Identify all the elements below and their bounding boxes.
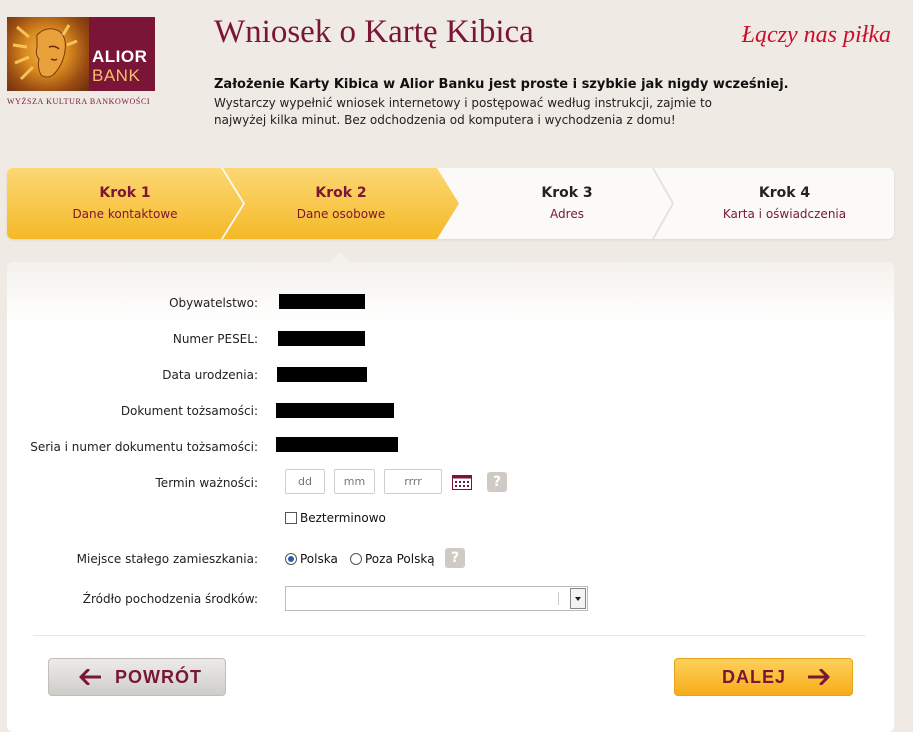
next-button-label: DALEJ [722, 667, 787, 687]
step-3-label: Krok 3 [541, 185, 593, 201]
radio-selected-dot [288, 556, 294, 562]
expiry-label: Termin ważności: [155, 476, 258, 490]
alior-bank-logo[interactable]: ALIOR BANK [7, 17, 155, 91]
residence-option-polska[interactable]: Polska [300, 552, 338, 566]
step-2-label: Krok 2 [315, 185, 367, 201]
logo-text-bank: BANK [92, 66, 141, 85]
step-4-label: Krok 4 [758, 185, 811, 201]
step-4[interactable]: Krok 4 Karta i oświadczenia [675, 168, 894, 239]
funds-source-select[interactable] [285, 586, 588, 611]
step-3-sub: Adres [550, 207, 584, 221]
expiry-day-input[interactable] [285, 469, 325, 494]
document-label: Dokument tożsamości: [120, 404, 258, 418]
arrow-left-icon [79, 669, 101, 685]
residence-help-icon[interactable]: ? [445, 548, 465, 568]
step-2[interactable]: Krok 2 Dane osobowe [223, 168, 459, 239]
birth-date-value-redacted [277, 367, 367, 382]
indefinite-label[interactable]: Bezterminowo [300, 511, 386, 525]
back-button[interactable]: POWRÓT [48, 658, 226, 696]
funds-source-label: Źródło pochodzenia środków: [82, 592, 258, 606]
step-separator-icon [652, 168, 675, 239]
back-button-label: POWRÓT [115, 667, 202, 687]
document-number-label: Seria i numer dokumentu tożsamości: [30, 440, 258, 454]
page-title: Wniosek o Kartę Kibica [214, 14, 534, 50]
pesel-label: Numer PESEL: [172, 332, 258, 346]
citizenship-label: Obywatelstwo: [169, 296, 258, 310]
step-1-label: Krok 1 [99, 185, 151, 201]
step-1[interactable]: Krok 1 Dane kontaktowe [7, 168, 243, 239]
birth-date-label: Data urodzenia: [162, 368, 258, 382]
chevron-down-icon[interactable] [570, 588, 586, 609]
logo-text-alior: ALIOR [92, 47, 148, 66]
active-step-pointer [330, 252, 350, 262]
expiry-year-input[interactable] [384, 469, 442, 494]
logo-face-graphic [12, 24, 78, 81]
step-1-sub: Dane kontaktowe [72, 207, 178, 221]
progress-steps: Krok 1 Dane kontaktowe Krok 2 Dane osobo… [7, 168, 894, 239]
logo-tagline: WYŻSZA KULTURA BANKOWOŚCI [7, 97, 151, 106]
citizenship-value-redacted [279, 294, 365, 309]
expiry-month-input[interactable] [334, 469, 375, 494]
select-divider [558, 592, 559, 605]
expiry-help-icon[interactable]: ? [487, 472, 507, 492]
slogan: Łączy nas piłka [741, 22, 891, 48]
residence-radio-abroad[interactable] [350, 553, 362, 565]
document-value-redacted [276, 403, 394, 418]
document-number-value-redacted [276, 437, 398, 452]
next-button[interactable]: DALEJ [674, 658, 853, 696]
indefinite-checkbox[interactable] [285, 512, 297, 524]
step-3[interactable]: Krok 3 Adres [459, 168, 675, 239]
pesel-value-redacted [278, 331, 365, 346]
form-divider [33, 635, 866, 636]
intro-description: Wystarczy wypełnić wniosek internetowy i… [214, 96, 713, 127]
calendar-icon[interactable] [452, 474, 472, 490]
step-2-sub: Dane osobowe [296, 207, 386, 221]
step-4-sub: Karta i oświadczenia [722, 207, 847, 221]
logo-face-icon [7, 17, 89, 91]
intro-headline: Założenie Karty Kibica w Alior Banku jes… [214, 77, 789, 92]
residence-label: Miejsce stałego zamieszkania: [76, 552, 258, 566]
residence-option-abroad[interactable]: Poza Polską [365, 552, 435, 566]
arrow-right-icon [808, 669, 830, 685]
residence-radio-polska[interactable] [285, 553, 297, 565]
